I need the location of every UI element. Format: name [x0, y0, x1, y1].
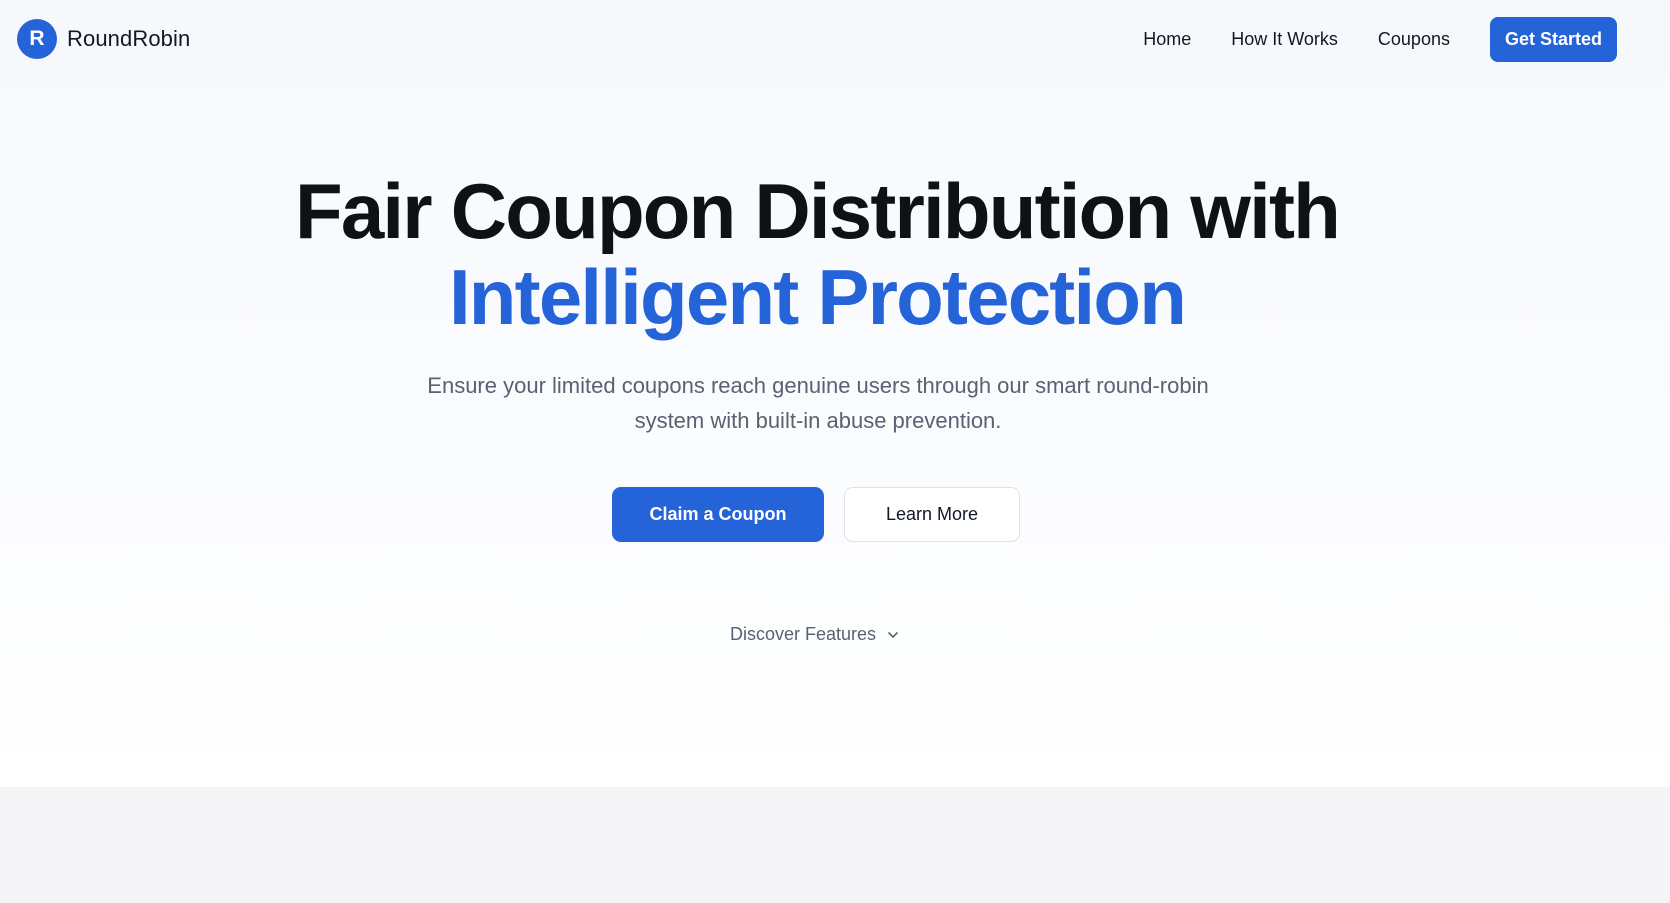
- hero-section: R RoundRobin Home How It Works Coupons G…: [0, 0, 1670, 787]
- get-started-button[interactable]: Get Started: [1489, 17, 1617, 62]
- claim-coupon-button[interactable]: Claim a Coupon: [612, 487, 824, 542]
- hero-title: Fair Coupon Distribution with Intelligen…: [0, 168, 1634, 340]
- hero-actions: Claim a Coupon Learn More: [612, 487, 1020, 542]
- discover-features-label: Discover Features: [729, 624, 877, 644]
- page: R RoundRobin Home How It Works Coupons G…: [0, 0, 1670, 903]
- navbar: R RoundRobin Home How It Works Coupons G…: [0, 0, 1670, 80]
- nav-link-how-it-works[interactable]: How It Works: [1231, 29, 1338, 50]
- brand-name: RoundRobin: [67, 26, 191, 51]
- hero-subtitle: Ensure your limited coupons reach genuin…: [427, 373, 1209, 433]
- logo-icon: R: [17, 19, 57, 59]
- features-section: [0, 787, 1670, 903]
- chevron-down-icon: [888, 631, 898, 638]
- brand[interactable]: R RoundRobin: [17, 19, 190, 59]
- hero-title-line2: Intelligent Protection: [448, 253, 1187, 341]
- nav-link-home[interactable]: Home: [1143, 29, 1191, 50]
- hero-title-line1: Fair Coupon Distribution with: [295, 167, 1341, 255]
- discover-features-link[interactable]: Discover Features: [0, 624, 1630, 645]
- nav-link-coupons[interactable]: Coupons: [1378, 29, 1450, 50]
- learn-more-button[interactable]: Learn More: [844, 487, 1020, 542]
- nav-links: Home How It Works Coupons Get Started: [1143, 17, 1617, 62]
